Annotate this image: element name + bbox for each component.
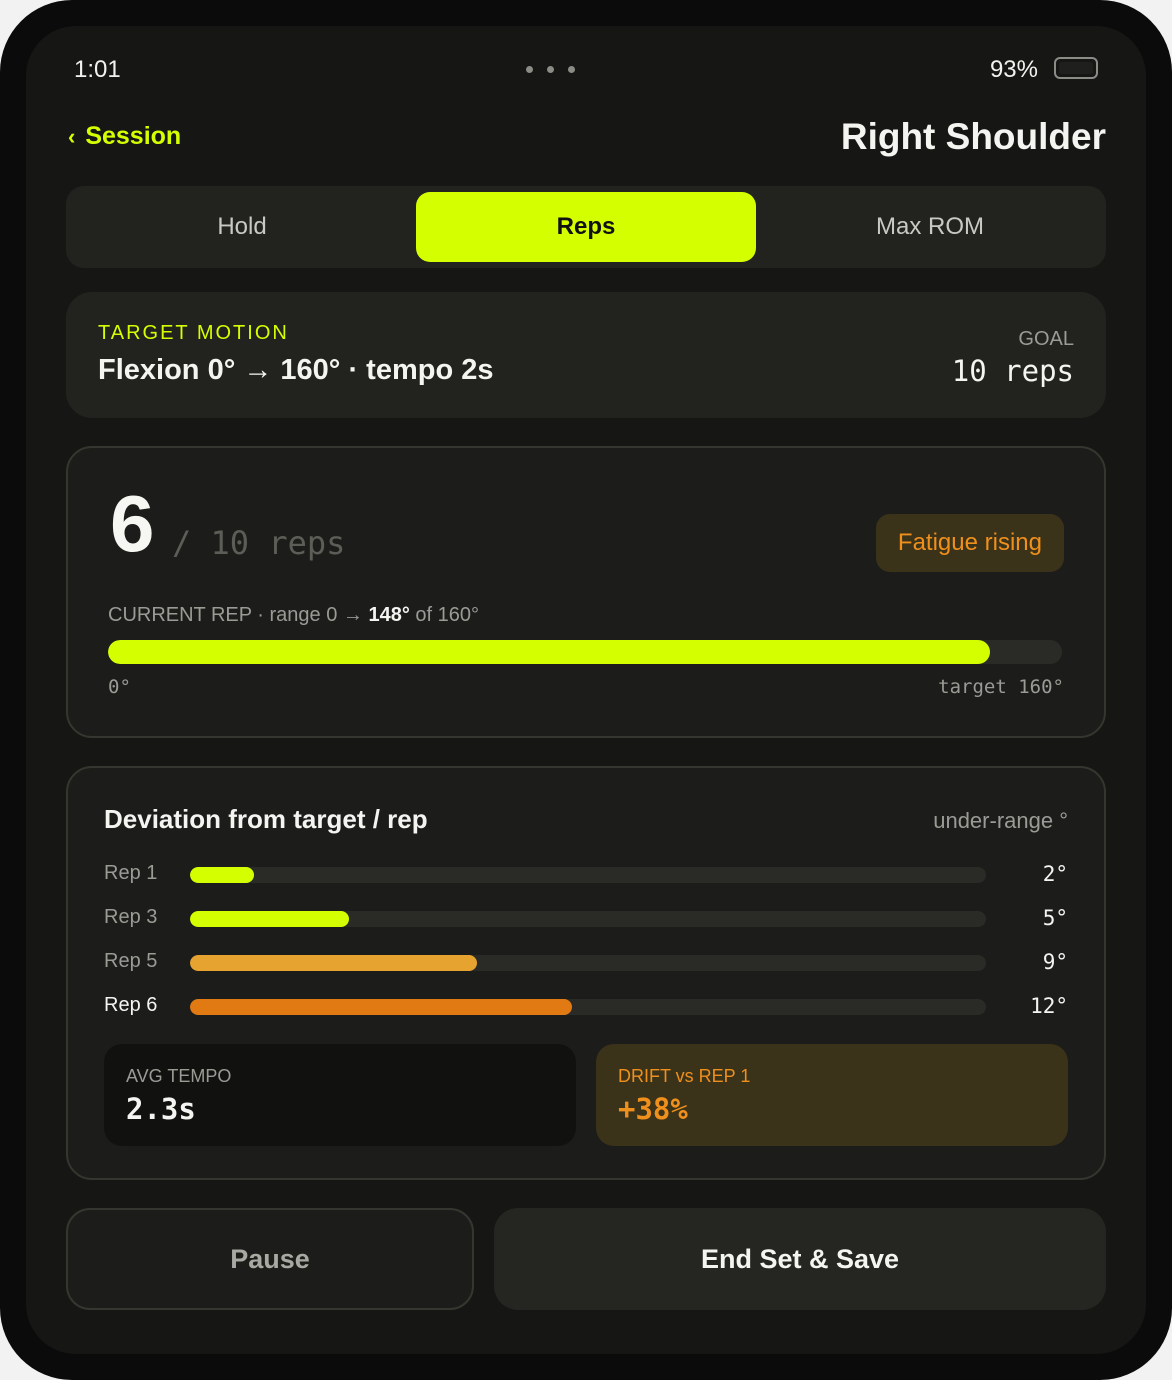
battery-percent: 93% xyxy=(989,56,1038,83)
deviation-row: Rep 6 12° xyxy=(104,992,1068,1022)
tab-max-rom[interactable]: Max ROM xyxy=(760,192,1100,262)
deviation-bar-fill xyxy=(190,867,254,883)
fatigue-badge: Fatigue rising xyxy=(875,514,1064,572)
deviation-bar xyxy=(190,955,986,971)
tab-hold[interactable]: Hold xyxy=(72,192,412,262)
avg-tempo-stat: AVG TEMPO 2.3s xyxy=(104,1044,576,1146)
deviation-bar xyxy=(190,999,986,1015)
rep-label: Rep 6 xyxy=(104,994,158,1016)
page-title: Right Shoulder xyxy=(840,116,1106,157)
deviation-row: Rep 1 2° xyxy=(104,860,1068,890)
deviation-unit: under-range ° xyxy=(933,808,1068,833)
pause-button[interactable]: Pause xyxy=(66,1208,474,1310)
range-target-label: target 160° xyxy=(938,676,1064,698)
deviation-card: Deviation from target / rep under-range … xyxy=(66,766,1106,1180)
rep-label: Rep 1 xyxy=(104,862,158,884)
current-rep-angle: 148° xyxy=(368,604,410,626)
end-set-save-button[interactable]: End Set & Save xyxy=(494,1208,1106,1310)
deviation-bar-fill xyxy=(190,999,573,1015)
app-screen: 1:01 93% ‹ Session Right Shoulder Hold R… xyxy=(26,26,1146,1354)
deviation-title: Deviation from target / rep xyxy=(104,804,428,834)
drift-value: +38% xyxy=(618,1092,688,1126)
drift-stat: DRIFT vs REP 1 +38% xyxy=(596,1044,1068,1146)
range-progress-fill xyxy=(108,640,991,664)
deviation-value: 5° xyxy=(1042,906,1068,930)
tablet-frame: 1:01 93% ‹ Session Right Shoulder Hold R… xyxy=(0,0,1172,1380)
avg-tempo-label: AVG TEMPO xyxy=(126,1066,232,1086)
deviation-value: 9° xyxy=(1042,950,1068,974)
battery-icon xyxy=(1054,57,1098,79)
deviation-row: Rep 5 9° xyxy=(104,948,1068,978)
goal-label: GOAL xyxy=(1018,328,1074,350)
goal-value: 10 reps xyxy=(951,354,1074,388)
deviation-bar-fill xyxy=(190,911,350,927)
avg-tempo-value: 2.3s xyxy=(126,1092,196,1126)
multitask-dots-icon[interactable] xyxy=(526,66,575,73)
drift-label: DRIFT vs REP 1 xyxy=(618,1066,751,1086)
target-motion-label: TARGET MOTION xyxy=(98,322,289,344)
deviation-bar xyxy=(190,867,986,883)
rep-progress-card: 6 / 10 reps Fatigue rising CURRENT REP ·… xyxy=(66,446,1106,738)
target-motion-value: Flexion 0° → 160° · tempo 2s xyxy=(98,354,494,386)
deviation-bar-fill xyxy=(190,955,477,971)
chevron-left-icon: ‹ xyxy=(68,123,76,149)
status-time: 1:01 xyxy=(74,56,121,83)
mode-segmented-control: Hold Reps Max ROM xyxy=(66,186,1106,268)
tab-reps[interactable]: Reps xyxy=(416,192,756,262)
back-button[interactable]: ‹ Session xyxy=(68,122,181,151)
deviation-value: 12° xyxy=(1030,994,1068,1018)
deviation-row: Rep 3 5° xyxy=(104,904,1068,934)
range-min-label: 0° xyxy=(108,676,131,698)
deviation-bar xyxy=(190,911,986,927)
rep-total: / 10 reps xyxy=(172,524,346,562)
back-label: Session xyxy=(85,122,182,150)
range-progress-bar xyxy=(108,640,1062,664)
rep-label: Rep 5 xyxy=(104,950,158,972)
deviation-value: 2° xyxy=(1042,862,1068,886)
rep-label: Rep 3 xyxy=(104,906,158,928)
target-motion-card: TARGET MOTION Flexion 0° → 160° · tempo … xyxy=(66,292,1106,418)
rep-count: 6 xyxy=(110,479,155,568)
current-rep-info: CURRENT REP · range 0 → 148° of 160° xyxy=(108,604,479,626)
